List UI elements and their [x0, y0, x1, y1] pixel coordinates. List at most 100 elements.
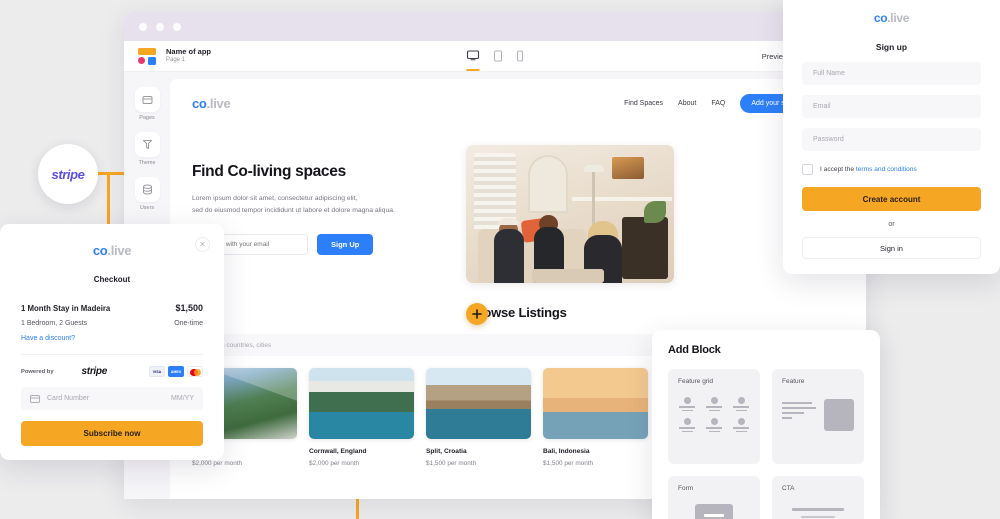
block-option-cta[interactable]: CTA — [772, 476, 864, 519]
card-number-placeholder: Card Number — [47, 395, 90, 402]
add-block-grid: Feature grid Feature Form CTA — [668, 369, 864, 519]
subscribe-now-button[interactable]: Subscribe now — [21, 421, 203, 446]
browse-listings-title: Browse Listings — [469, 305, 567, 320]
cta-preview — [782, 508, 854, 518]
nav-link-about[interactable]: About — [678, 100, 696, 107]
connector-stripe-down — [107, 172, 110, 228]
plus-icon — [472, 309, 482, 319]
sign-in-button[interactable]: Sign in — [802, 237, 981, 259]
window-titlebar — [124, 12, 866, 41]
email-placeholder: Email — [813, 103, 831, 110]
sidebar-item-pages[interactable]: Pages — [134, 87, 160, 121]
checkout-meta-row: 1 Bedroom, 2 Guests One-time — [21, 320, 203, 327]
terms-text: I accept the terms and conditions — [820, 166, 917, 173]
checkout-item-price: $1,500 — [175, 303, 203, 313]
nav-link-faq[interactable]: FAQ — [711, 100, 725, 107]
listing-card[interactable]: Split, Croatia $1,500 per month — [426, 368, 531, 467]
hero-signup-form: Sign Up — [192, 233, 450, 255]
feature-preview — [782, 399, 854, 431]
block-label: CTA — [782, 485, 795, 492]
listing-card[interactable]: Cornwall, England $2,000 per month — [309, 368, 414, 467]
brand-co: co — [192, 95, 207, 111]
listing-title: Split, Croatia — [426, 448, 467, 455]
checkout-item-row: 1 Month Stay in Madeira $1,500 — [21, 303, 203, 313]
email-input[interactable]: Email — [802, 95, 981, 118]
hero-photo — [466, 145, 674, 283]
checkout-brand-co: co — [92, 243, 108, 258]
stripe-wordmark: stripe — [81, 366, 108, 377]
sidebar-label-pages: Pages — [139, 115, 155, 121]
add-block-button[interactable] — [466, 303, 488, 325]
brand-live: .live — [206, 95, 231, 111]
pages-icon — [134, 87, 160, 112]
full-name-input[interactable]: Full Name — [802, 62, 981, 85]
signup-brand-live: .live — [887, 11, 910, 25]
window-close-dot[interactable] — [139, 22, 147, 31]
window-minimize-dot[interactable] — [156, 22, 164, 31]
app-page-label: Page 1 — [166, 57, 186, 64]
card-icon — [30, 394, 40, 403]
powered-by-label: Powered by — [21, 368, 54, 375]
terms-prefix: I accept the — [820, 166, 856, 173]
listing-card[interactable]: Bali, Indonesia $1,500 per month — [543, 368, 648, 467]
full-name-placeholder: Full Name — [813, 70, 845, 77]
sidebar-label-users: Users — [139, 205, 155, 211]
checkout-brand-live: .live — [107, 243, 132, 258]
stripe-badge: stripe — [38, 144, 98, 204]
checkout-frequency: One-time — [174, 320, 203, 327]
checkout-item-details: 1 Bedroom, 2 Guests — [21, 320, 88, 327]
tablet-icon[interactable] — [493, 41, 503, 71]
add-block-heading: Add Block — [668, 344, 721, 356]
checkout-divider — [21, 354, 203, 355]
create-account-button[interactable]: Create account — [802, 187, 981, 211]
hero-title: Find Co-living spaces — [192, 163, 346, 180]
terms-checkbox[interactable] — [802, 164, 813, 175]
signup-heading: Sign up — [875, 42, 908, 52]
desktop-icon[interactable] — [466, 41, 480, 71]
terms-link[interactable]: terms and conditions — [856, 166, 917, 173]
listing-price: $1,500 per month — [543, 460, 594, 467]
listing-price: $1,500 per month — [426, 460, 477, 467]
listing-price: $2,000 per month — [309, 460, 360, 467]
connector-stripe-vertical — [96, 172, 124, 175]
checkout-heading: Checkout — [93, 275, 131, 284]
discount-link[interactable]: Have a discount? — [21, 335, 203, 342]
close-icon[interactable]: ✕ — [195, 237, 210, 252]
listing-title: Bali, Indonesia — [543, 448, 590, 455]
listing-image — [426, 368, 531, 439]
amex-icon: AMEX — [168, 366, 184, 377]
signup-brand-co: co — [873, 11, 888, 25]
card-number-input[interactable]: Card Number MM/YY — [21, 387, 203, 410]
listing-image — [543, 368, 648, 439]
screenshot-root: Name of app Page 1 Preview Publish — [0, 0, 1000, 519]
checkout-brand: co.live — [21, 243, 203, 258]
password-input[interactable]: Password — [802, 128, 981, 151]
window-maximize-dot[interactable] — [173, 22, 181, 31]
nav-link-find-spaces[interactable]: Find Spaces — [624, 100, 663, 107]
hero-subtitle-line2: sed do eiusmod tempor incididunt ut labo… — [192, 206, 395, 214]
app-header: Name of app Page 1 Preview Publish — [124, 41, 866, 72]
block-label: Form — [678, 485, 694, 492]
block-label: Feature grid — [678, 378, 714, 385]
block-option-feature[interactable]: Feature — [772, 369, 864, 464]
app-title-group: Name of app Page 1 — [166, 47, 211, 65]
sidebar-label-theme: Theme — [138, 160, 156, 166]
checkout-item-name: 1 Month Stay in Madeira — [21, 304, 111, 313]
block-option-feature-grid[interactable]: Feature grid — [668, 369, 760, 464]
add-block-panel: Add Block Feature grid Feature Form CTA — [652, 330, 880, 519]
password-placeholder: Password — [813, 136, 844, 143]
checkout-card: ✕ co.live Checkout 1 Month Stay in Madei… — [0, 224, 224, 460]
mobile-icon[interactable] — [516, 41, 524, 71]
hero-subtitle-line1: Lorem ipsum dolor sit amet, consectetur … — [192, 195, 358, 202]
or-divider-label: or — [888, 221, 895, 228]
hero-copy: Find Co-living spaces Lorem ipsum dolor … — [192, 145, 450, 283]
site-brand[interactable]: co.live — [192, 95, 231, 111]
checkout-payment-row: Powered by stripe VISA AMEX — [21, 366, 203, 377]
site-navbar: co.live Find Spaces About FAQ Add your s… — [170, 79, 866, 127]
block-option-form[interactable]: Form — [668, 476, 760, 519]
block-label: Feature — [782, 378, 805, 385]
hero-signup-button[interactable]: Sign Up — [317, 233, 374, 255]
sidebar-item-users[interactable]: Users — [134, 177, 160, 211]
app-logo-icon — [138, 47, 156, 65]
sidebar-item-theme[interactable]: Theme — [134, 132, 160, 166]
